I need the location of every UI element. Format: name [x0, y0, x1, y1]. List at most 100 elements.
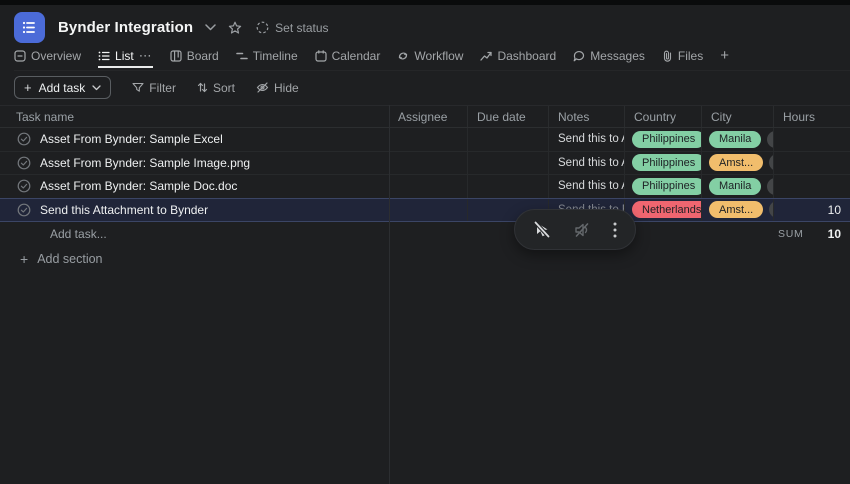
add-tab-plus-icon[interactable]: + [720, 48, 729, 63]
task-complete-check-icon[interactable] [17, 156, 31, 170]
country-cell[interactable]: Philippines [624, 128, 701, 151]
column-header-notes[interactable]: Notes [548, 106, 624, 127]
tab-files[interactable]: Files [662, 49, 703, 68]
hours-cell[interactable] [773, 151, 850, 174]
tab-label: Timeline [252, 49, 298, 63]
audio-muted-icon [575, 222, 589, 237]
assignee-cell[interactable] [389, 128, 467, 151]
tab-label: Calendar [331, 49, 381, 63]
assignee-cell[interactable] [389, 199, 467, 222]
city-pill[interactable]: Manila [709, 130, 762, 148]
city-pill[interactable]: Amst... [709, 154, 764, 172]
column-header-task-name[interactable]: Task name [0, 106, 389, 127]
hours-cell[interactable]: 10 [773, 198, 850, 221]
country-cell[interactable]: Philippines [624, 151, 701, 174]
favorite-star-icon[interactable] [228, 21, 242, 35]
workflow-icon [399, 52, 408, 60]
table-row[interactable]: Send this Attachment to Bynder Send this… [0, 198, 850, 222]
add-section-button[interactable]: + Add section [20, 252, 103, 266]
hours-cell[interactable] [773, 128, 850, 151]
tab-label: Workflow [414, 49, 464, 63]
project-title[interactable]: Bynder Integration [58, 19, 193, 36]
country-pill[interactable]: Philippines [632, 177, 701, 195]
more-options-button[interactable] [612, 220, 618, 240]
dashboard-icon [480, 51, 493, 61]
due-date-cell[interactable] [467, 151, 548, 174]
list-glyph-icon [22, 21, 35, 34]
country-pill[interactable]: Philippines [632, 130, 701, 148]
add-task-label: Add task [38, 80, 86, 95]
tab-label: List [115, 49, 134, 63]
hide-label: Hide [273, 80, 299, 95]
sort-label: Sort [212, 80, 235, 95]
add-task-chevron-down-icon [92, 84, 101, 90]
hide-button[interactable]: Hide [256, 81, 299, 95]
column-header-due-date[interactable]: Due date [467, 106, 548, 127]
task-name-cell[interactable]: Asset From Bynder: Sample Doc.doc [0, 175, 389, 198]
assignee-cell[interactable] [389, 175, 467, 198]
country-pill[interactable]: Netherlands [632, 201, 701, 219]
tab-calendar[interactable]: Calendar [315, 49, 381, 68]
hide-eye-slash-icon [256, 82, 269, 93]
set-status-button[interactable]: Set status [256, 21, 329, 35]
city-cell[interactable]: Manila +2 [701, 175, 773, 198]
column-header-hours[interactable]: Hours [773, 106, 850, 127]
add-section-label: Add section [37, 252, 103, 266]
country-cell[interactable]: Netherlands [624, 198, 701, 221]
tab-board[interactable]: Board [170, 49, 219, 68]
table-row[interactable]: Asset From Bynder: Sample Image.png Send… [0, 151, 850, 175]
table-row[interactable]: Asset From Bynder: Sample Excel Send thi… [0, 128, 850, 152]
files-paperclip-icon [663, 50, 671, 62]
task-name-label: Asset From Bynder: Sample Excel [40, 132, 223, 147]
city-cell[interactable]: Amst... +2 [701, 151, 773, 174]
city-pill[interactable]: Amst... [709, 201, 764, 219]
project-menu-chevron-down-icon[interactable] [205, 24, 216, 31]
task-complete-check-icon[interactable] [17, 132, 31, 146]
pointer-off-button[interactable] [532, 220, 552, 240]
due-date-cell[interactable] [467, 128, 548, 151]
audio-muted-button[interactable] [572, 220, 592, 240]
tab-overview[interactable]: Overview [14, 49, 81, 68]
task-name-cell[interactable]: Asset From Bynder: Sample Excel [0, 128, 389, 151]
tab-list[interactable]: List ⋯ [98, 49, 153, 68]
city-cell[interactable]: Manila +2 [701, 128, 773, 151]
tab-messages[interactable]: Messages [573, 49, 645, 68]
tab-dashboard[interactable]: Dashboard [480, 49, 556, 68]
tab-timeline[interactable]: Timeline [235, 49, 298, 68]
country-pill[interactable]: Philippines [632, 154, 701, 172]
table-row[interactable]: Asset From Bynder: Sample Doc.doc Send t… [0, 175, 850, 199]
city-pill[interactable]: Manila [709, 177, 762, 195]
overview-icon [14, 50, 26, 62]
notes-cell[interactable]: Send this to Asa... [548, 151, 624, 174]
city-cell[interactable]: Amst... +2 [701, 198, 773, 221]
tab-list-more-icon[interactable]: ⋯ [139, 49, 153, 62]
filter-button[interactable]: Filter [132, 81, 176, 95]
task-complete-check-icon[interactable] [17, 203, 31, 217]
column-header-country[interactable]: Country [624, 106, 701, 127]
inline-add-task[interactable]: Add task... [50, 227, 107, 241]
list-toolbar: + Add task Filter Sort Hide [14, 76, 299, 99]
task-name-cell[interactable]: Asset From Bynder: Sample Image.png [0, 152, 389, 175]
add-task-button[interactable]: + Add task [14, 76, 112, 99]
sort-button[interactable]: Sort [197, 81, 235, 95]
task-complete-check-icon[interactable] [17, 179, 31, 193]
due-date-cell[interactable] [467, 175, 548, 198]
project-icon[interactable] [14, 12, 45, 43]
assignee-cell[interactable] [389, 152, 467, 175]
messages-icon [573, 50, 585, 62]
filter-icon [132, 82, 144, 92]
task-name-cell[interactable]: Send this Attachment to Bynder [0, 199, 389, 222]
hours-sum-control[interactable]: SUM 10 [773, 222, 850, 246]
column-header-assignee[interactable]: Assignee [389, 106, 467, 127]
hours-cell[interactable] [773, 175, 850, 198]
task-table: Task name Assignee Due date Notes Countr… [0, 105, 850, 246]
notes-cell[interactable]: Send this to Asa... [548, 128, 624, 151]
add-task-row: Add task... SUM 10 [0, 222, 850, 246]
column-header-city[interactable]: City [701, 106, 773, 127]
notes-cell[interactable]: Send this to Asa... [548, 175, 624, 198]
tab-workflow[interactable]: Workflow [397, 49, 463, 68]
country-cell[interactable]: Philippines [624, 175, 701, 198]
kebab-menu-icon [613, 222, 617, 237]
sort-icon [197, 82, 208, 93]
timeline-icon [235, 52, 248, 60]
